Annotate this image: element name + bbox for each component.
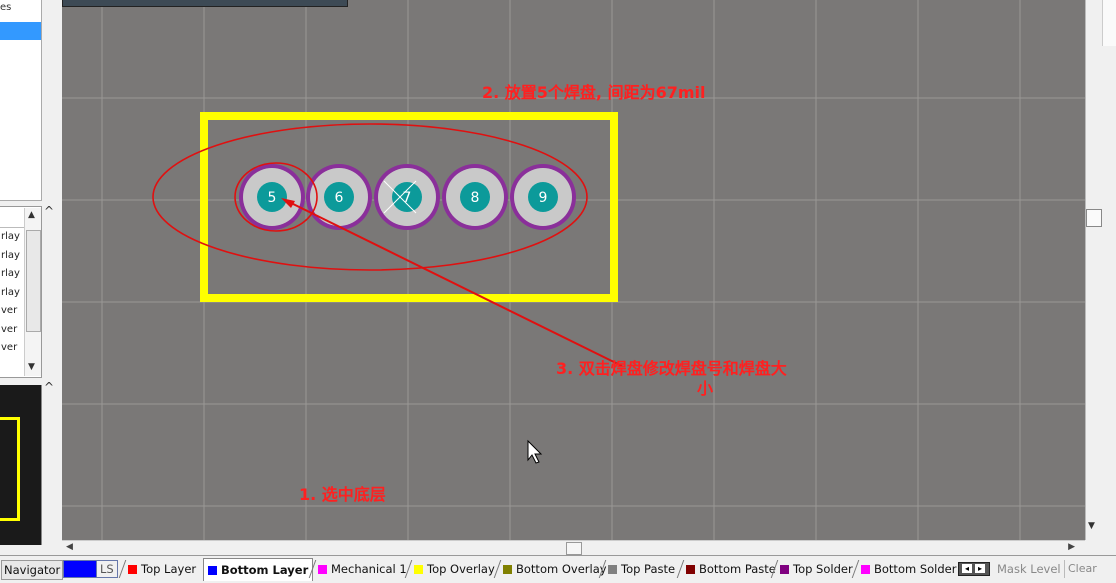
tab-label: Top Solder — [793, 562, 853, 576]
tab-label: Bottom Solder — [874, 562, 957, 576]
layer-list-item[interactable]: ver — [0, 321, 23, 340]
scroll-up-arrow-icon[interactable]: ▲ — [28, 210, 35, 220]
layer-color-swatch — [128, 565, 137, 574]
layer-color-swatch — [780, 565, 789, 574]
collapse-caret-icon[interactable]: ^ — [44, 204, 54, 218]
layer-list-item[interactable]: rlay — [0, 284, 23, 303]
horizontal-scrollbar[interactable]: ◀ ▶ — [62, 540, 1085, 556]
layer-list-scrollbar[interactable]: ▲ ▼ — [24, 208, 41, 376]
tab-label: Top Layer — [141, 562, 197, 576]
pad-8: 8 — [442, 164, 508, 230]
tab-label: Top Paste — [621, 562, 676, 576]
layer-list-item[interactable]: ver — [0, 302, 23, 321]
layer-color-swatch — [503, 565, 512, 574]
annotation-step2: 2. 放置5个焊盘, 间距为67mil — [482, 83, 705, 102]
annotation-step1: 1. 选中底层 — [299, 485, 386, 504]
preview-board-outline — [0, 417, 20, 521]
projects-panel-label: es — [0, 2, 12, 13]
right-panel-strip: ▼ — [1085, 0, 1116, 540]
tab-label: Bottom Overlay — [516, 562, 607, 576]
annotation-step3-line1: 3. 双击焊盘修改焊盘号和焊盘大 — [556, 359, 787, 378]
layer-set-label: LS — [96, 561, 117, 577]
pcb-drawing: 5 6 7 8 9 2. 放置5个焊盘, 间距为67mil 3. 双击焊盘修改焊盘号和焊… — [62, 0, 1085, 540]
grid-lines — [62, 0, 1085, 540]
document-tab[interactable] — [62, 0, 348, 7]
layer-color-swatch — [686, 565, 695, 574]
horizontal-scroll-thumb[interactable] — [566, 542, 582, 555]
pad-number: 5 — [268, 190, 277, 206]
layer-list-item[interactable]: rlay — [0, 228, 23, 247]
scroll-down-arrow-icon[interactable]: ▼ — [1088, 521, 1095, 531]
pad-9: 9 — [510, 164, 576, 230]
selected-project-row[interactable] — [0, 22, 41, 40]
pcb-canvas[interactable]: 5 6 7 8 9 2. 放置5个焊盘, 间距为67mil 3. 双击焊盘修改焊盘号和焊… — [62, 0, 1085, 540]
layer-color-swatch — [861, 565, 870, 574]
tab-scroll-buttons[interactable]: ◂ ▸ — [958, 562, 990, 576]
collapse-caret-icon[interactable]: ^ — [44, 380, 54, 394]
layer-color-swatch — [414, 565, 423, 574]
layer-tab-bar: Navigator LS Top Layer Bottom Layer Mech… — [0, 555, 1116, 583]
tab-mechanical-1[interactable]: Mechanical 1 — [318, 560, 407, 578]
scroll-right-arrow-icon[interactable]: ▶ — [1068, 542, 1075, 552]
pads-group: 5 6 7 8 9 — [239, 164, 576, 230]
vertical-scroll-thumb[interactable] — [1086, 209, 1102, 227]
pad-7: 7 — [374, 164, 440, 230]
tab-label: Bottom Layer — [221, 563, 309, 577]
pad-number: 8 — [471, 190, 480, 206]
tab-top-solder[interactable]: Top Solder — [780, 560, 853, 578]
layer-color-swatch — [318, 565, 327, 574]
tab-top-overlay[interactable]: Top Overlay — [414, 560, 495, 578]
right-panel-tab[interactable] — [1102, 0, 1116, 46]
tab-label: Top Overlay — [427, 562, 495, 576]
pad-6: 6 — [306, 164, 372, 230]
tab-bottom-solder[interactable]: Bottom Solder — [861, 560, 956, 578]
layer-set-button[interactable]: LS — [63, 560, 118, 578]
clear-button[interactable]: Clear — [1064, 560, 1100, 578]
layer-list-item[interactable]: rlay — [0, 265, 23, 284]
scroll-down-arrow-icon[interactable]: ▼ — [28, 362, 35, 372]
scroll-left-arrow-icon[interactable]: ◀ — [66, 542, 73, 552]
navigator-tab[interactable]: Navigator — [1, 560, 64, 580]
tab-top-paste[interactable]: Top Paste — [608, 560, 675, 578]
tab-top-layer[interactable]: Top Layer — [128, 560, 196, 578]
tab-scroll-right-icon[interactable]: ▸ — [975, 564, 985, 573]
tab-scroll-left-icon[interactable]: ◂ — [962, 564, 972, 573]
layer-list-item[interactable]: rlay — [0, 247, 23, 266]
pad-5: 5 — [239, 164, 305, 230]
tab-bottom-paste[interactable]: Bottom Paste — [686, 560, 776, 578]
projects-panel: es — [0, 0, 42, 201]
board-preview[interactable] — [0, 385, 42, 545]
pad-number: 9 — [539, 190, 548, 206]
tab-bottom-layer[interactable]: Bottom Layer — [203, 558, 314, 581]
annotation-step3-line2: 小 — [697, 379, 713, 398]
left-panel: es rlay rlay rlay rlay ver ver ver ▲ ▼ ^… — [0, 0, 62, 555]
layer-color-swatch — [208, 566, 217, 575]
current-layer-color-swatch — [64, 561, 96, 577]
mask-level-button[interactable]: Mask Level — [997, 560, 1061, 578]
layer-color-swatch — [608, 565, 617, 574]
tab-label: Bottom Paste — [699, 562, 776, 576]
pad-number: 6 — [335, 190, 344, 206]
scrollbar-thumb[interactable] — [26, 230, 41, 332]
tab-bottom-overlay[interactable]: Bottom Overlay — [503, 560, 607, 578]
tab-label: Mechanical 1 — [331, 562, 407, 576]
layer-list-item[interactable]: ver — [0, 339, 23, 358]
mouse-cursor-icon — [527, 439, 543, 464]
